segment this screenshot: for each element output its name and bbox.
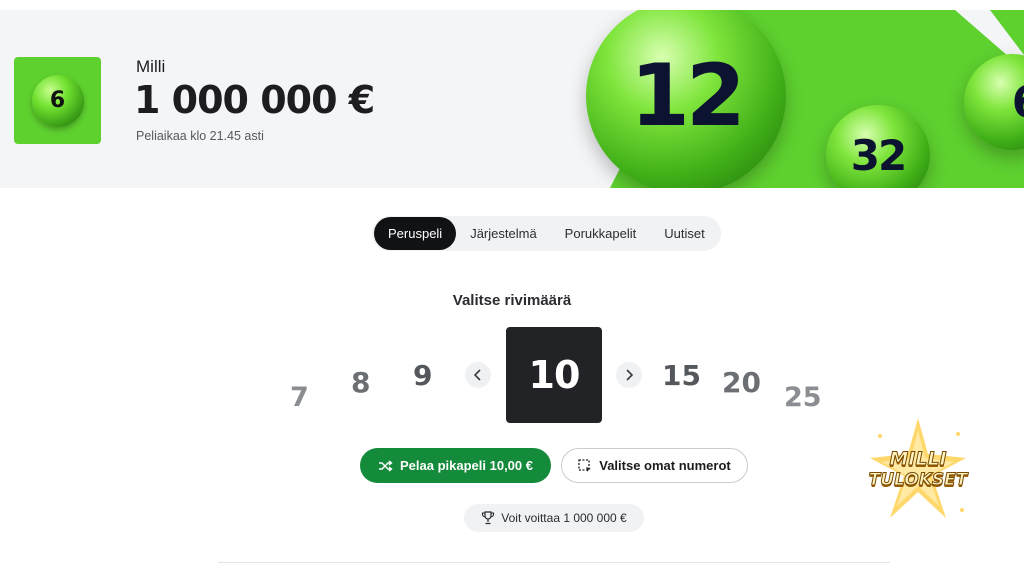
- milli-tulokset-watermark: MILLI TULOKSET: [862, 418, 974, 526]
- max-win-info: Voit voittaa 1 000 000 €: [464, 504, 644, 532]
- shuffle-icon: [379, 459, 393, 472]
- ball-number: 12: [630, 46, 746, 146]
- quick-play-label: Pelaa pikapeli 10,00 €: [400, 458, 533, 473]
- watermark-line-2: TULOKSET: [868, 470, 968, 491]
- row-option-20[interactable]: 20: [722, 369, 761, 397]
- choose-own-numbers-button[interactable]: Valitse omat numerot: [561, 448, 748, 483]
- game-banner: 12 32 6 6 Milli 1 000 000 € Peliaikaa kl…: [0, 10, 1024, 188]
- tab-uutiset[interactable]: Uutiset: [650, 217, 718, 250]
- tab-porukkapelit[interactable]: Porukkapelit: [551, 217, 651, 250]
- ball-number: 6: [1012, 77, 1024, 128]
- tab-peruspeli[interactable]: Peruspeli: [374, 217, 457, 250]
- jackpot-amount: 1 000 000 €: [134, 78, 375, 122]
- chevron-right-icon[interactable]: [616, 362, 642, 388]
- own-numbers-label: Valitse omat numerot: [599, 458, 731, 473]
- play-deadline: Peliaikaa klo 21.45 asti: [136, 129, 264, 143]
- row-option-15[interactable]: 15: [662, 362, 701, 390]
- row-option-8[interactable]: 8: [351, 369, 370, 397]
- game-mode-tabs: Peruspeli Järjestelmä Porukkapelit Uutis…: [372, 216, 721, 251]
- row-count-title: Valitse rivimäärä: [452, 292, 572, 309]
- row-option-7[interactable]: 7: [290, 384, 309, 411]
- row-option-9[interactable]: 9: [413, 362, 432, 390]
- section-divider: [218, 562, 890, 563]
- page: 12 32 6 6 Milli 1 000 000 € Peliaikaa kl…: [0, 0, 1024, 576]
- max-win-label: Voit voittaa 1 000 000 €: [501, 511, 627, 525]
- watermark-line-1: MILLI: [889, 448, 947, 471]
- ball-number: 32: [850, 130, 907, 180]
- select-icon: [578, 458, 592, 472]
- row-option-25[interactable]: 25: [784, 384, 822, 411]
- quick-play-button[interactable]: Pelaa pikapeli 10,00 €: [360, 448, 551, 483]
- lottery-ball-12: 12: [586, 10, 786, 188]
- logo-ball-icon: 6: [31, 74, 84, 127]
- logo-ball-number: 6: [49, 88, 66, 113]
- selected-row-count: 10: [528, 353, 581, 397]
- tab-jarjestelma[interactable]: Järjestelmä: [456, 217, 550, 250]
- game-name: Milli: [136, 57, 166, 76]
- game-logo: 6: [14, 57, 101, 144]
- trophy-icon: [482, 511, 495, 525]
- chevron-left-icon[interactable]: [465, 362, 491, 388]
- row-option-selected[interactable]: 10: [506, 327, 602, 423]
